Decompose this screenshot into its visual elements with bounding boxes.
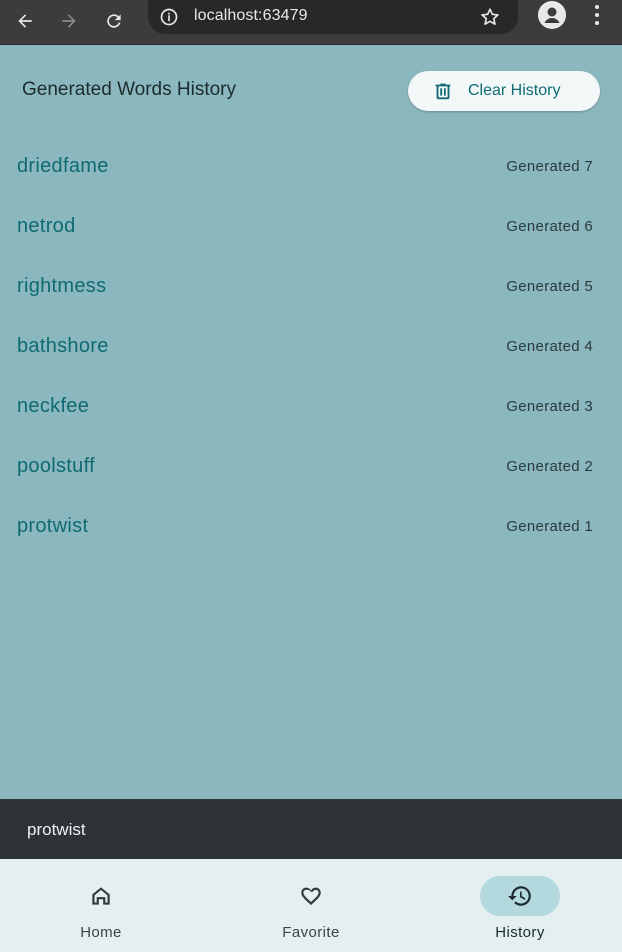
history-generated-label: Generated 2 [506,458,593,475]
nav-item-favorite[interactable]: Favorite [236,859,386,952]
delete-icon [435,83,451,100]
nav-label: Favorite [282,924,340,941]
history-word: bathshore [17,335,109,357]
url-text[interactable]: localhost:63479 [194,7,308,25]
home-icon [92,887,110,905]
history-generated-label: Generated 5 [506,278,593,295]
more-vert-icon[interactable] [586,2,608,28]
list-item[interactable]: poolstuff Generated 2 [0,435,622,495]
history-word: netrod [17,215,76,237]
clear-history-label: Clear History [468,82,561,99]
nav-item-history[interactable]: History [445,859,595,952]
heart-icon [301,887,321,905]
history-icon [508,886,531,906]
list-item[interactable]: driedfame Generated 7 [0,135,622,195]
clear-history-button[interactable]: Clear History [408,71,600,111]
history-word: poolstuff [17,455,95,477]
star-icon[interactable] [478,5,502,29]
browser-toolbar: localhost:63479 [0,0,622,45]
arrow-left-icon [18,14,32,28]
list-item[interactable]: neckfee Generated 3 [0,375,622,435]
back-button[interactable] [7,3,43,39]
snackbar: protwist [0,799,622,859]
history-generated-label: Generated 1 [506,518,593,535]
history-generated-label: Generated 3 [506,398,593,415]
bottom-navigation-bar: Home Favorite History [0,859,622,952]
profile-avatar-icon[interactable] [538,1,566,29]
list-item[interactable]: bathshore Generated 4 [0,315,622,375]
history-word: driedfame [17,155,109,177]
history-word: rightmess [17,275,107,297]
history-generated-label: Generated 6 [506,218,593,235]
forward-button[interactable] [51,3,87,39]
history-list: driedfame Generated 7 netrod Generated 6… [0,135,622,555]
reload-icon [107,14,121,28]
address-bar[interactable]: localhost:63479 [148,0,518,34]
page-title: Generated Words History [22,79,237,100]
nav-label: Home [80,924,122,941]
nav-item-home[interactable]: Home [26,859,176,952]
history-generated-label: Generated 7 [506,158,593,175]
list-item[interactable]: protwist Generated 1 [0,495,622,555]
history-word: neckfee [17,395,90,417]
history-word: protwist [17,515,89,537]
history-generated-label: Generated 4 [506,338,593,355]
list-item[interactable]: rightmess Generated 5 [0,255,622,315]
snackbar-text: protwist [27,820,86,839]
nav-label: History [495,924,545,941]
arrow-right-icon [62,14,76,28]
list-item[interactable]: netrod Generated 6 [0,195,622,255]
info-icon[interactable] [158,6,180,28]
reload-button[interactable] [96,3,132,39]
